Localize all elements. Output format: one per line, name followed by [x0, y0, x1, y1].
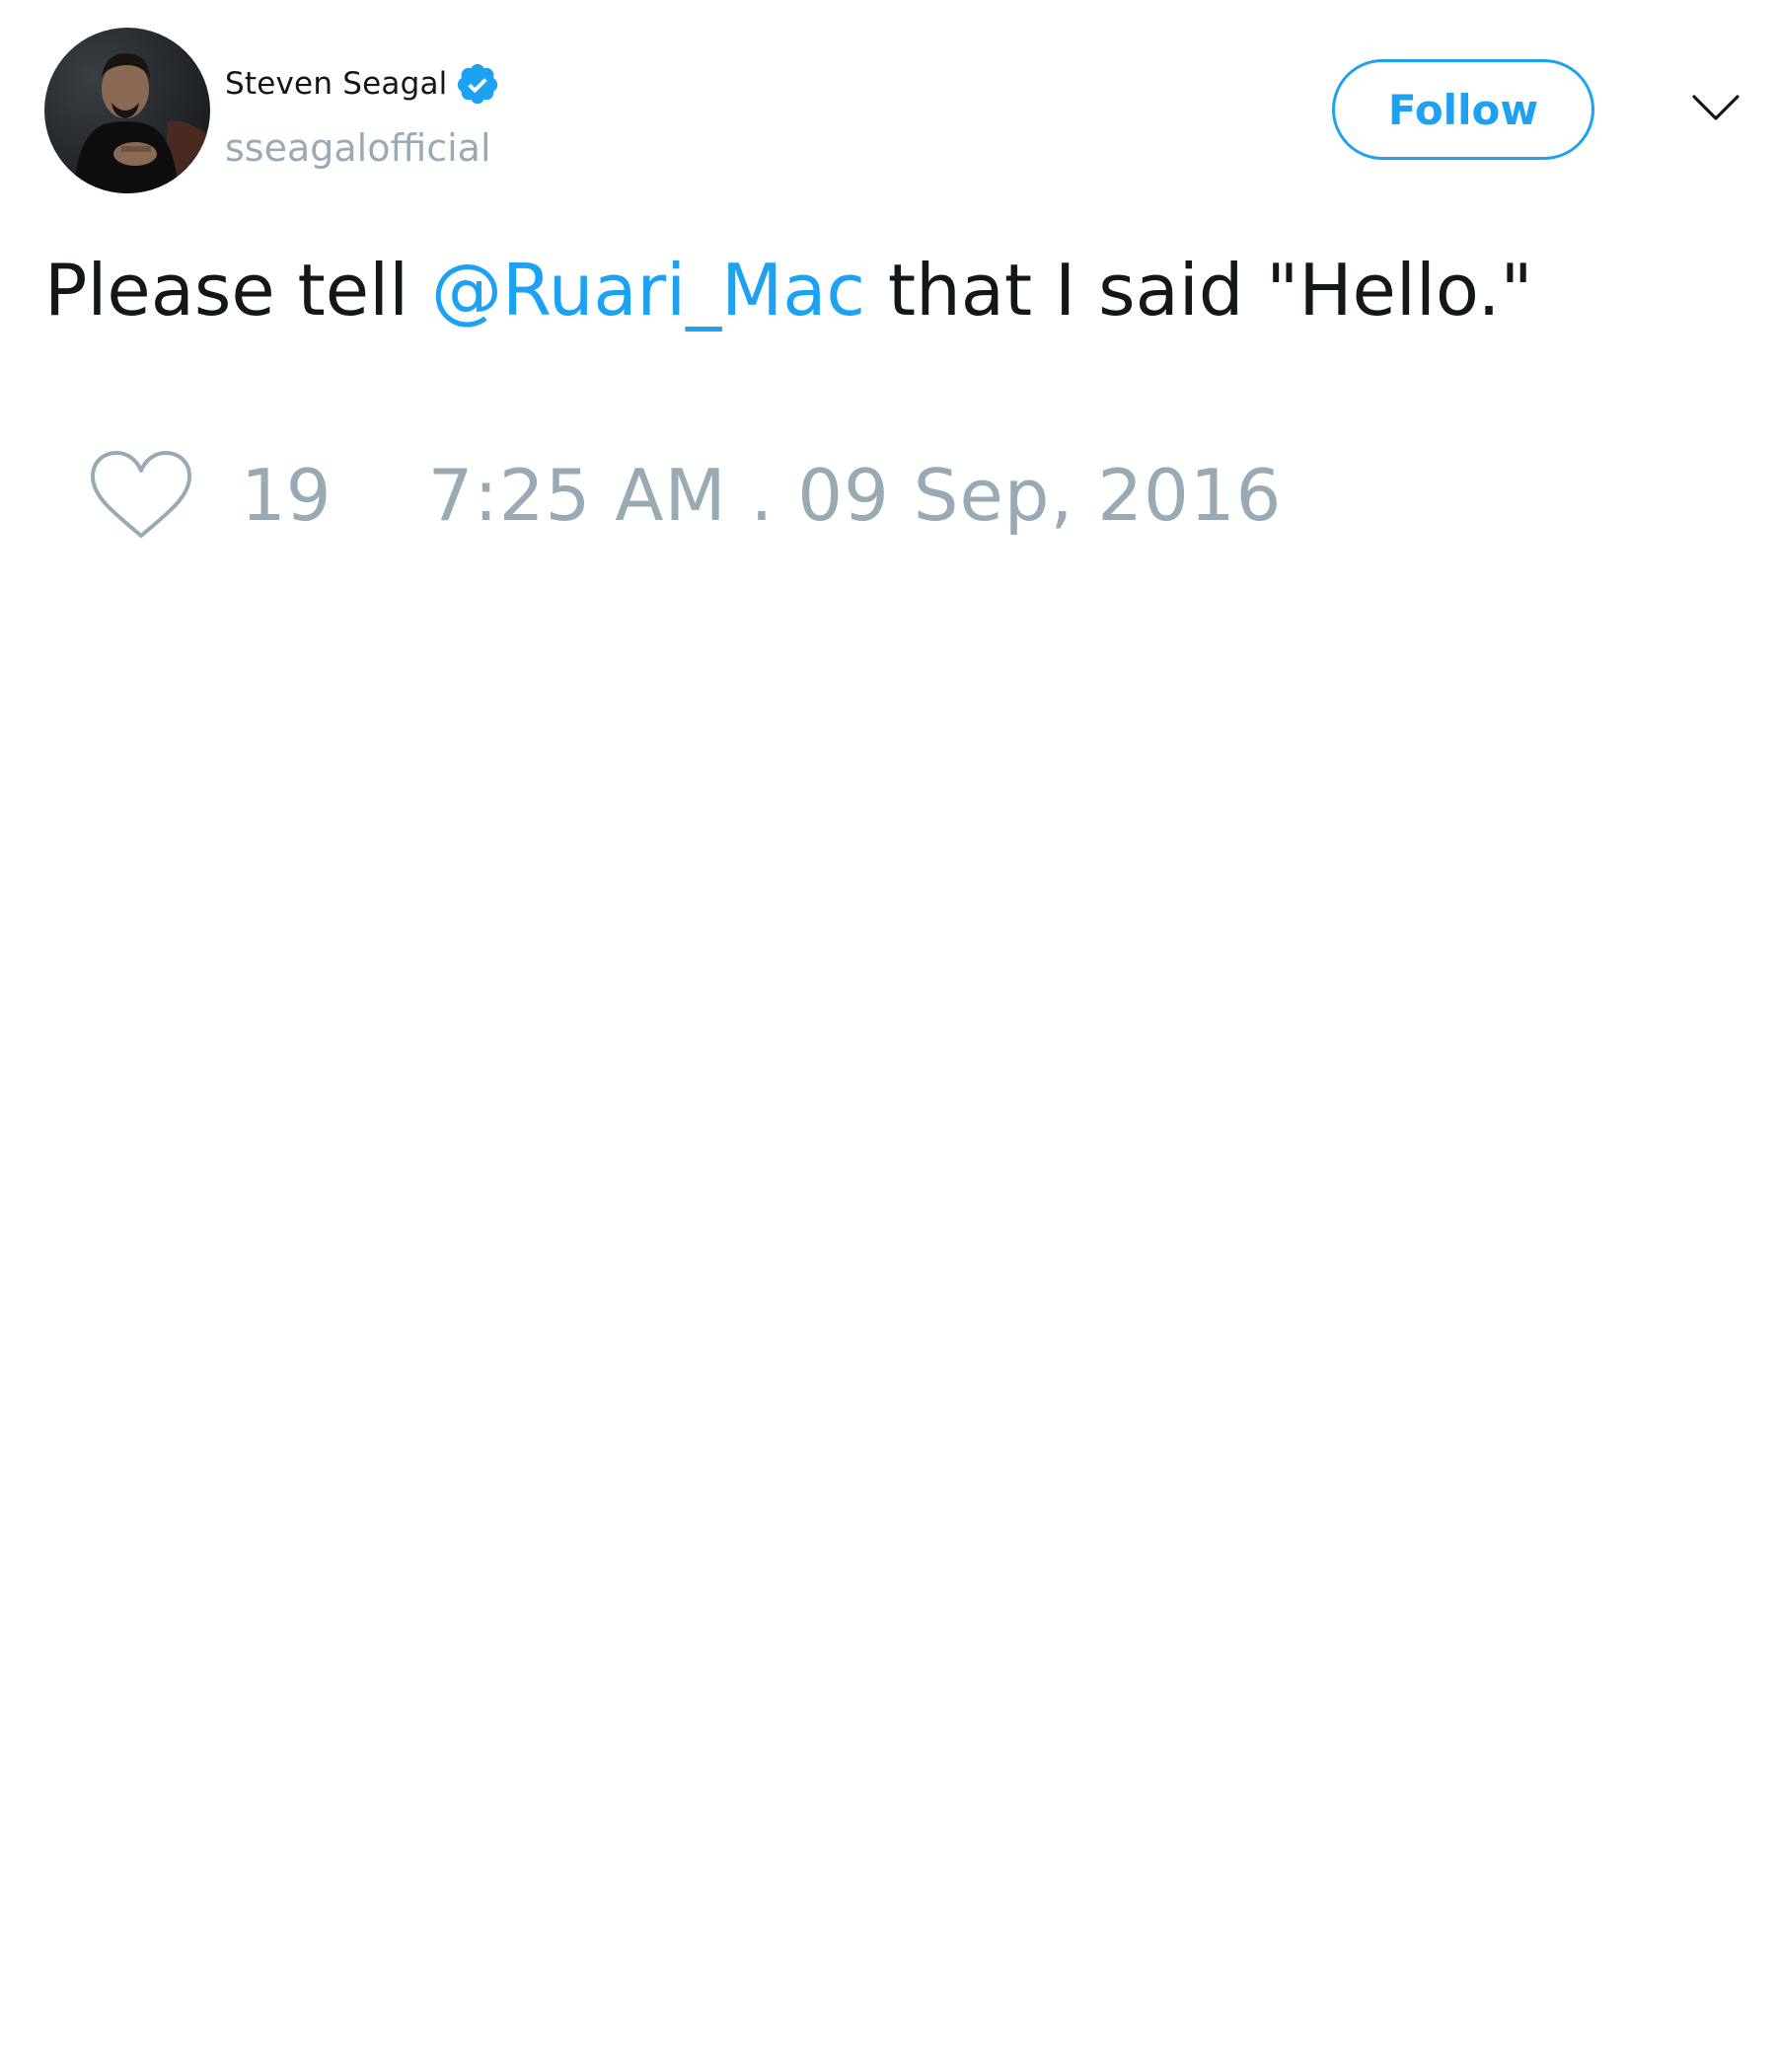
like-count: 19	[241, 454, 332, 537]
author-name-row: Steven Seagal	[225, 59, 500, 109]
tweet-text-after: that I said "Hello."	[864, 249, 1533, 332]
avatar[interactable]	[44, 28, 210, 193]
username[interactable]: sseagalofficial	[225, 126, 491, 170]
tweet-card: Steven Seagal sseagalofficial Follow Ple…	[0, 0, 1776, 2072]
tweet-text-before: Please tell	[44, 249, 431, 332]
follow-button[interactable]: Follow	[1332, 59, 1594, 160]
display-name[interactable]: Steven Seagal	[225, 66, 447, 102]
avatar-photo	[44, 28, 210, 193]
tweet-footer: 19 7:25 AM . 09 Sep, 2016	[89, 446, 1282, 545]
verified-badge-icon	[455, 61, 500, 107]
tweet-text: Please tell @Ruari_Mac that I said "Hell…	[44, 247, 1722, 333]
timestamp[interactable]: 7:25 AM . 09 Sep, 2016	[428, 454, 1283, 537]
mention-link[interactable]: @Ruari_Mac	[431, 249, 865, 332]
heart-icon[interactable]	[89, 449, 193, 542]
chevron-down-icon[interactable]	[1691, 91, 1740, 126]
